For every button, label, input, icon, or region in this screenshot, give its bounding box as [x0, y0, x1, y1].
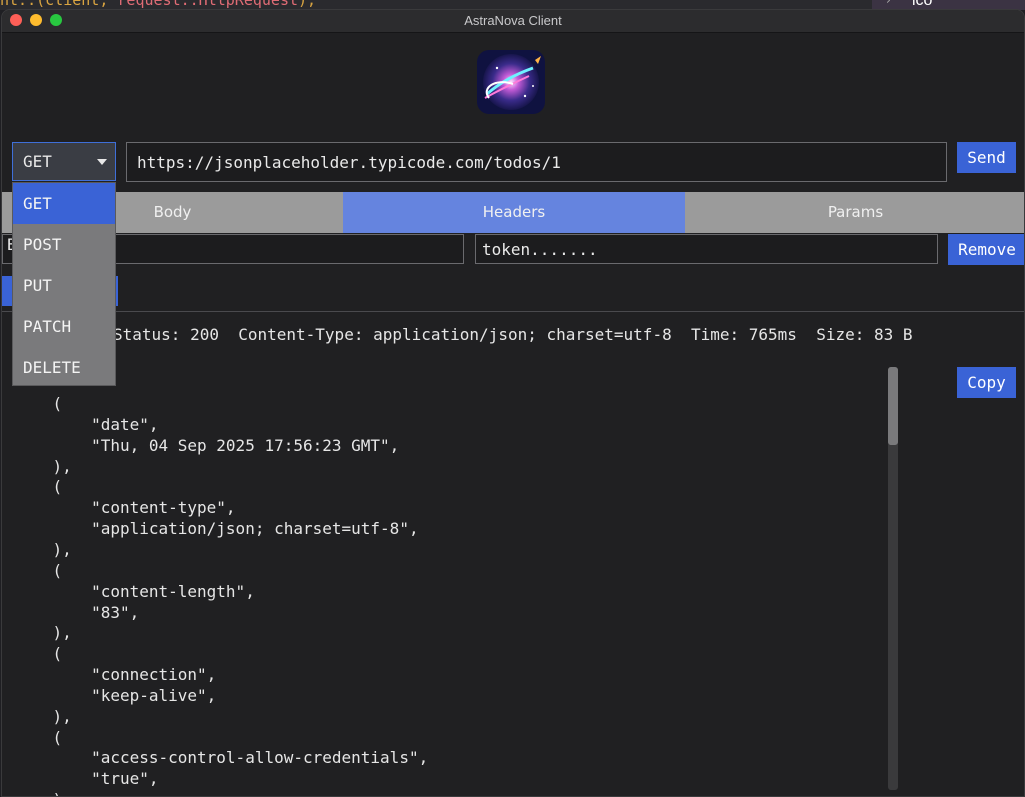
url-input[interactable] — [126, 142, 947, 182]
response-line: ), — [14, 623, 72, 643]
send-button[interactable]: Send — [957, 142, 1016, 173]
method-option-patch[interactable]: PATCH — [13, 306, 115, 347]
response-line: ( — [14, 394, 63, 413]
response-line: ), — [14, 706, 72, 726]
response-line: "keep-alive", — [14, 685, 217, 705]
response-line: ( — [14, 644, 63, 664]
remove-header-button[interactable]: Remove — [948, 234, 1024, 265]
caret-down-icon — [97, 159, 107, 165]
response-line: "true", — [14, 769, 159, 789]
header-value-field[interactable] — [475, 234, 938, 264]
title-bar: AstraNova Client — [2, 10, 1024, 33]
response-line: ( — [14, 560, 63, 580]
response-line: "date", — [14, 414, 159, 434]
response-line: "content-length", — [14, 581, 255, 601]
response-line: "application/json; charset=utf-8", — [14, 519, 419, 539]
method-option-delete[interactable]: DELETE — [13, 347, 115, 388]
response-scrollbar[interactable] — [888, 367, 898, 790]
request-tabs: Body Headers Params — [2, 192, 1024, 233]
response-line: ), — [14, 539, 72, 559]
response-status-line: Status: 200 Content-Type: application/js… — [113, 325, 913, 344]
chevron-right-icon: › — [886, 0, 891, 7]
response-line: "access-control-allow-credentials", — [14, 748, 429, 768]
app-window: AstraNova Client GET Send Body Headers P… — [1, 9, 1025, 797]
method-select[interactable]: GET — [12, 142, 116, 181]
tab-params[interactable]: Params — [685, 192, 1024, 233]
background-code: nt::(client, request::HttpRequest); — [0, 0, 317, 9]
window-title: AstraNova Client — [464, 13, 562, 28]
scrollbar-thumb[interactable] — [888, 367, 898, 445]
tab-headers[interactable]: Headers — [343, 192, 685, 233]
method-dropdown: GET POST PUT PATCH DELETE — [12, 182, 116, 386]
method-option-get[interactable]: GET — [13, 183, 115, 224]
method-option-put[interactable]: PUT — [13, 265, 115, 306]
divider — [2, 311, 1024, 312]
response-line: "connection", — [14, 665, 217, 685]
response-line: ( — [14, 727, 63, 747]
response-line: ), — [14, 790, 72, 796]
method-select-value: GET — [23, 152, 52, 171]
app-logo — [477, 50, 545, 114]
response-line: "83", — [14, 602, 140, 622]
response-line: ), — [14, 456, 72, 476]
response-line: ( — [14, 477, 63, 497]
response-body: ( "date", "Thu, 04 Sep 2025 17:56:23 GMT… — [14, 384, 874, 796]
response-line: "content-type", — [14, 498, 236, 518]
method-option-post[interactable]: POST — [13, 224, 115, 265]
response-line: "Thu, 04 Sep 2025 17:56:23 GMT", — [14, 435, 400, 455]
copy-button[interactable]: Copy — [957, 367, 1016, 398]
